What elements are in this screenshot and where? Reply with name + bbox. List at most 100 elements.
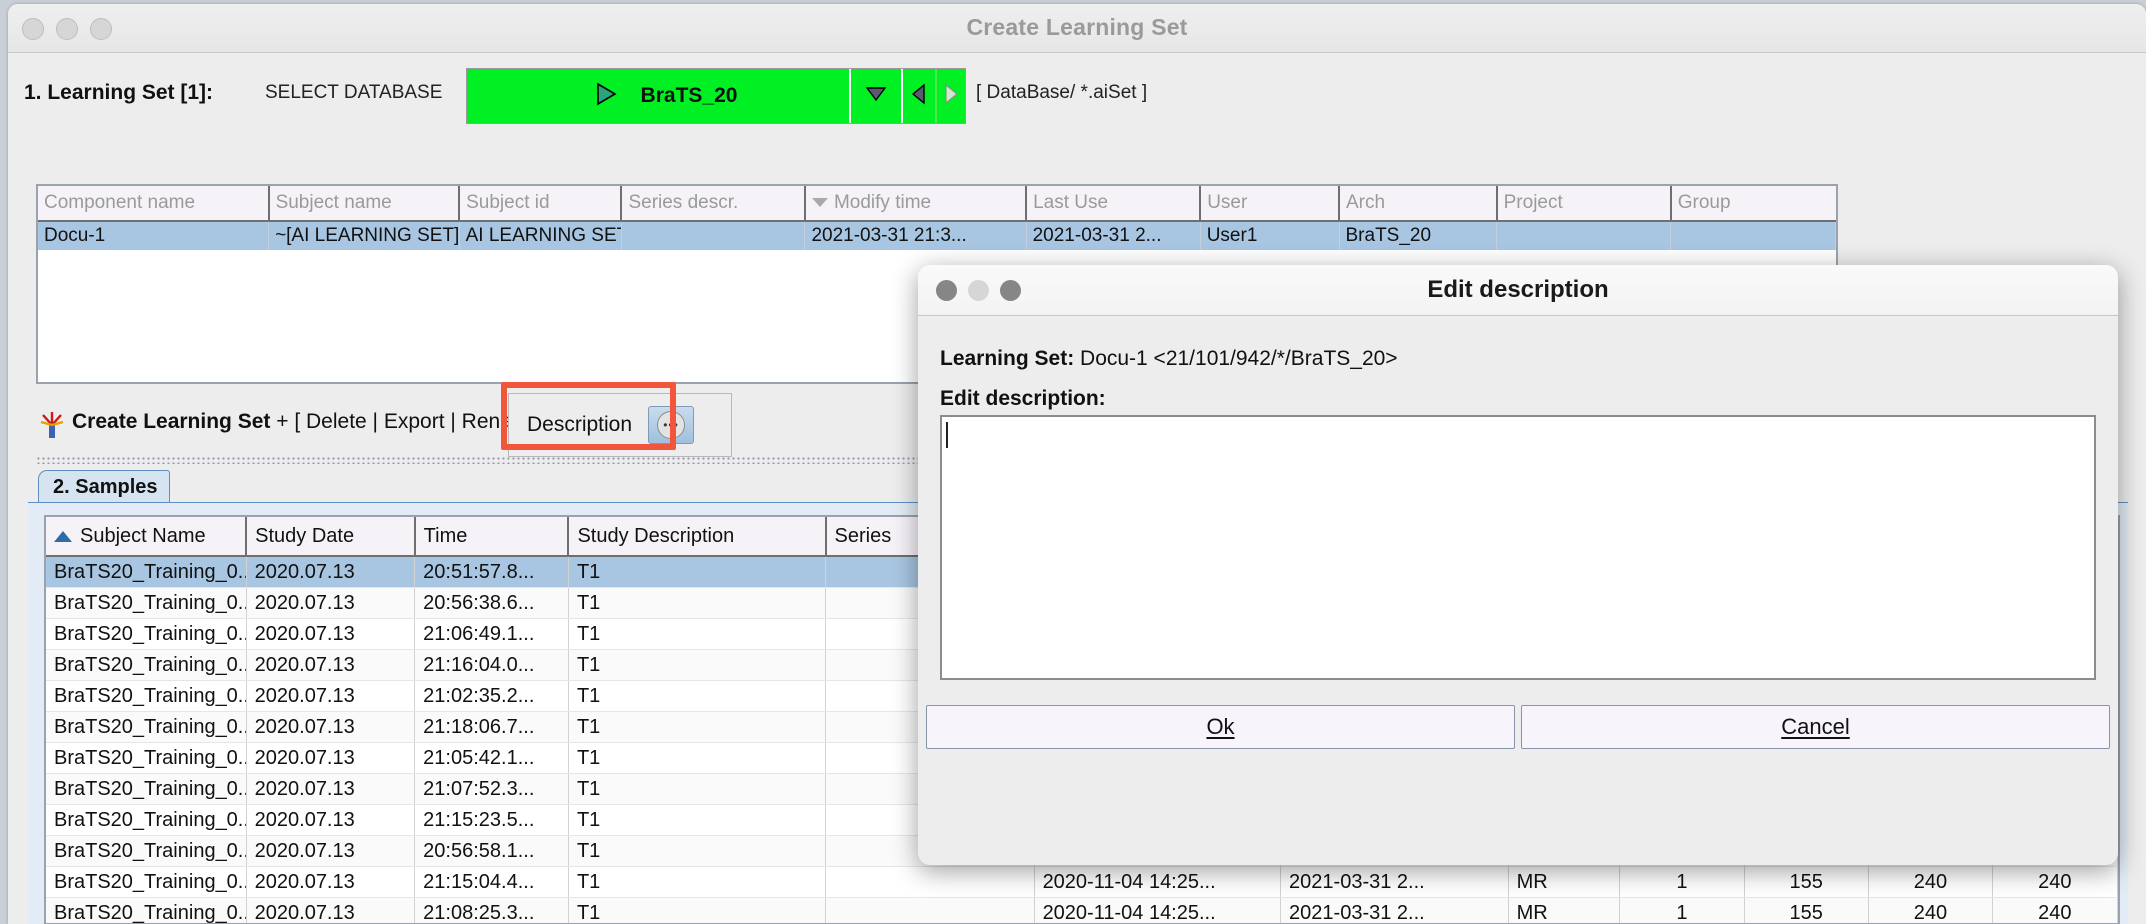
cell-last-use: 2021-03-31 2... (1280, 897, 1509, 923)
column-header-project[interactable]: Project (1496, 186, 1672, 222)
dialog-titlebar[interactable]: Edit description (918, 265, 2118, 316)
cell-subject-name: BraTS20_Training_0... (46, 587, 247, 619)
learning-set-selector-row: 1. Learning Set [1]: SELECT DATABASE Bra… (8, 53, 2146, 138)
column-header-subject-id[interactable]: Subject id (459, 186, 623, 222)
dialog-button-row: Ok Cancel (926, 705, 2110, 749)
cell-modify-time: 2020-11-04 14:25... (1034, 897, 1282, 923)
cell-time: 21:15:04.4... (414, 866, 569, 898)
cell-study-description: T1 (568, 835, 827, 867)
database-dropdown-button[interactable] (851, 69, 903, 123)
create-learning-set-bold[interactable]: Create Learning Set (72, 410, 270, 433)
cell-study-description: T1 (568, 866, 827, 898)
cell-time: 20:56:58.1... (414, 835, 569, 867)
cell-study-date: 2020.07.13 (246, 804, 416, 836)
cell-last-use: 2021-03-31 2... (1026, 221, 1201, 250)
cell-arch: BraTS_20 (1339, 221, 1498, 250)
cell-time: 20:51:57.8... (414, 556, 569, 588)
table-row[interactable]: Docu-1 ~[AI LEARNING SET] AI LEARNING SE… (38, 221, 1836, 250)
database-path-hint: [ DataBase/ *.aiSet ] (976, 82, 1148, 103)
column-header-series-descr[interactable]: Series descr. (621, 186, 806, 222)
column-header-last-use[interactable]: Last Use (1026, 186, 1202, 222)
column-header-study-date[interactable]: Study Date (246, 517, 416, 557)
cell-subject-id: AI LEARNING SET (459, 221, 622, 250)
cell-study-date: 2020.07.13 (246, 866, 416, 898)
cell-study-description: T1 (568, 587, 827, 619)
cell-h: 240 (1992, 866, 2118, 898)
ellipsis-icon: ••• (657, 411, 686, 439)
cell-mod: MR (1508, 897, 1621, 923)
database-value-segment[interactable]: BraTS_20 (467, 69, 851, 123)
cell-study-description: T1 (568, 711, 827, 743)
sort-descending-icon (811, 198, 828, 208)
column-header-arch[interactable]: Arch (1339, 186, 1498, 222)
column-header-study-description[interactable]: Study Description (568, 517, 827, 557)
cell-img: 155 (1744, 897, 1869, 923)
column-header-group[interactable]: Group (1670, 186, 1836, 222)
column-header-time[interactable]: Time (414, 517, 570, 557)
cell-group (1670, 221, 1836, 250)
cell-subject-name: ~[AI LEARNING SET] (268, 221, 460, 250)
dialog-learning-set-line: Learning Set: Docu-1 <21/101/942/*/BraTS… (940, 347, 1398, 371)
cell-user: User1 (1200, 221, 1340, 250)
sparkle-icon (40, 411, 64, 438)
cell-time: 21:08:25.3... (414, 897, 569, 923)
cell-subject-name: BraTS20_Training_0... (46, 649, 247, 681)
cell-h: 240 (1992, 897, 2118, 923)
cell-modify-time: 2020-11-04 14:25... (1034, 866, 1282, 898)
database-next-button[interactable] (935, 69, 965, 123)
column-header-user[interactable]: User (1200, 186, 1340, 222)
column-header-modify-time[interactable]: Modify time (804, 186, 1028, 222)
cell-study-description: T1 (568, 804, 827, 836)
description-textarea[interactable] (940, 415, 2096, 680)
tab-samples-label: 2. Samples (53, 476, 158, 498)
dialog-learning-set-prefix: Learning Set: (940, 347, 1075, 370)
cancel-button[interactable]: Cancel (1521, 705, 2110, 749)
column-header-component-name[interactable]: Component name (38, 186, 270, 222)
text-caret (946, 422, 948, 448)
main-window-titlebar[interactable]: Create Learning Set (8, 4, 2146, 53)
cell-series-descr (621, 221, 806, 250)
cell-study-date: 2020.07.13 (246, 711, 416, 743)
cell-subject-name: BraTS20_Training_0... (46, 742, 247, 774)
column-header-subject-name[interactable]: Subject Name (46, 517, 248, 557)
table-row[interactable]: BraTS20_Training_0... 2020.07.13 21:15:04.… (46, 866, 2118, 898)
description-button[interactable]: ••• (648, 406, 695, 444)
cell-study-date: 2020.07.13 (246, 680, 416, 712)
cell-modify-time: 2021-03-31 21:3... (804, 221, 1027, 250)
cell-w: 240 (1868, 866, 1994, 898)
cell-study-description: T1 (568, 897, 827, 923)
cell-study-date: 2020.07.13 (246, 556, 416, 588)
cell-subject-name: BraTS20_Training_0... (46, 866, 247, 898)
cell-time: 21:02:35.2... (414, 680, 569, 712)
next-arrow-icon (943, 83, 959, 110)
cell-time: 21:06:49.1... (414, 618, 569, 650)
cell-study-date: 2020.07.13 (246, 618, 416, 650)
dialog-title: Edit description (1427, 276, 1609, 303)
cell-last-use: 2021-03-31 2... (1280, 866, 1509, 898)
database-previous-button[interactable] (903, 69, 935, 123)
sort-ascending-icon (54, 530, 72, 542)
cell-subject-name: BraTS20_Training_0... (46, 556, 247, 588)
ok-button-label: Ok (1206, 714, 1235, 739)
cell-study-description: T1 (568, 773, 827, 805)
table-row[interactable]: BraTS20_Training_0... 2020.07.13 21:08:25.… (46, 897, 2118, 923)
cancel-button-label: Cancel (1781, 714, 1850, 739)
cell-subject-name: BraTS20_Training_0... (46, 618, 247, 650)
cell-img: 155 (1744, 866, 1869, 898)
cell-subject-name: BraTS20_Training_0... (46, 711, 247, 743)
tab-samples[interactable]: 2. Samples (38, 470, 170, 504)
cell-study-description: T1 (568, 680, 827, 712)
cell-subject-name: BraTS20_Training_0... (46, 835, 247, 867)
cell-study-date: 2020.07.13 (246, 773, 416, 805)
cell-time: 21:05:42.1... (414, 742, 569, 774)
cell-subject-name: BraTS20_Training_0... (46, 897, 247, 923)
column-header-subject-name[interactable]: Subject name (268, 186, 461, 222)
ok-button[interactable]: Ok (926, 705, 1515, 749)
cell-time: 21:07:52.3... (414, 773, 569, 805)
database-combo[interactable]: BraTS_20 (466, 68, 966, 124)
component-header-row: Component name Subject name Subject id S… (38, 186, 1836, 222)
cell-study-date: 2020.07.13 (246, 835, 416, 867)
window-title: Create Learning Set (966, 14, 1188, 40)
cell-subject-name: BraTS20_Training_0... (46, 804, 247, 836)
cell-study-date: 2020.07.13 (246, 742, 416, 774)
